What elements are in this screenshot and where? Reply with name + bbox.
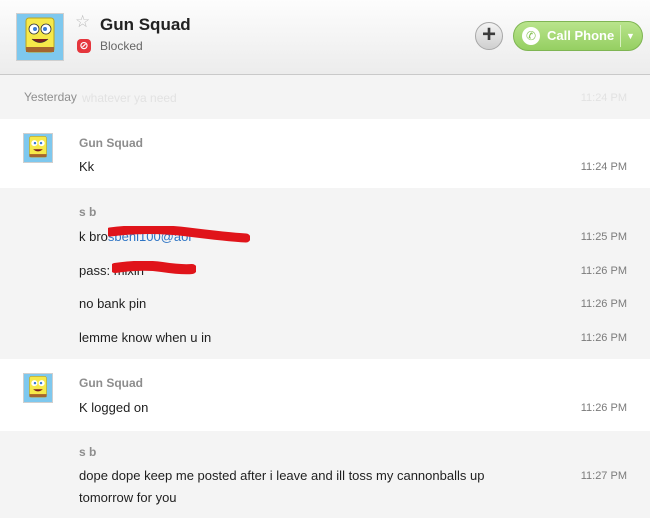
redaction-mark [112,261,196,275]
chevron-down-icon[interactable]: ▼ [626,27,635,45]
message-time: 11:24 PM [580,161,627,173]
sender-avatar [23,133,53,163]
message-time: 11:26 PM [580,332,627,344]
contact-status: Blocked [100,39,143,53]
date-divider: Yesterday whatever ya need 11:24 PM [0,75,650,119]
message-group: Gun Squad Kk 11:24 PM [0,119,650,188]
message-time: 11:25 PM [580,231,627,243]
faded-message-time: 11:24 PM [580,92,627,104]
call-phone-label: Call Phone [547,28,615,43]
date-label: Yesterday [24,90,77,104]
sender-name: Gun Squad [79,376,143,390]
phone-icon: ✆ [522,27,540,45]
message-group: s b dope dope keep me posted after i lea… [0,431,650,518]
sender-name: s b [79,205,97,219]
redaction-mark [108,226,250,243]
contact-avatar[interactable] [16,13,64,61]
message-time: 11:26 PM [580,298,627,310]
star-icon[interactable]: ☆ [75,12,90,32]
message-text: dope dope keep me posted after i leave a… [79,468,485,505]
call-button-divider [620,25,621,47]
message-time: 11:27 PM [580,470,627,482]
sender-avatar [23,373,53,403]
message-text: lemme know when u in [79,330,212,345]
contact-name: Gun Squad [100,15,191,34]
message-prefix: pass: [79,263,114,278]
message-time: 11:26 PM [580,402,627,414]
plus-icon: + [481,21,496,48]
message-text: Kk [79,159,95,174]
message-group: s b k brosbenl100@aol 11:25 PM pass: mix… [0,188,650,359]
message-prefix: k bro [79,229,108,244]
conversation-header: ☆ Gun Squad ⊘ Blocked + ✆ Call Phone ▼ [0,0,650,75]
message-time: 11:26 PM [580,265,627,277]
message-text: no bank pin [79,296,147,311]
call-phone-button[interactable]: ✆ Call Phone ▼ [513,21,643,51]
blocked-icon: ⊘ [77,39,91,53]
faded-message-text: whatever ya need [82,91,177,105]
sender-name: Gun Squad [79,136,143,150]
message-text: K logged on [79,400,149,415]
sender-name: s b [79,445,97,459]
message-group: Gun Squad K logged on 11:26 PM [0,359,650,431]
add-button[interactable]: + [475,22,503,50]
